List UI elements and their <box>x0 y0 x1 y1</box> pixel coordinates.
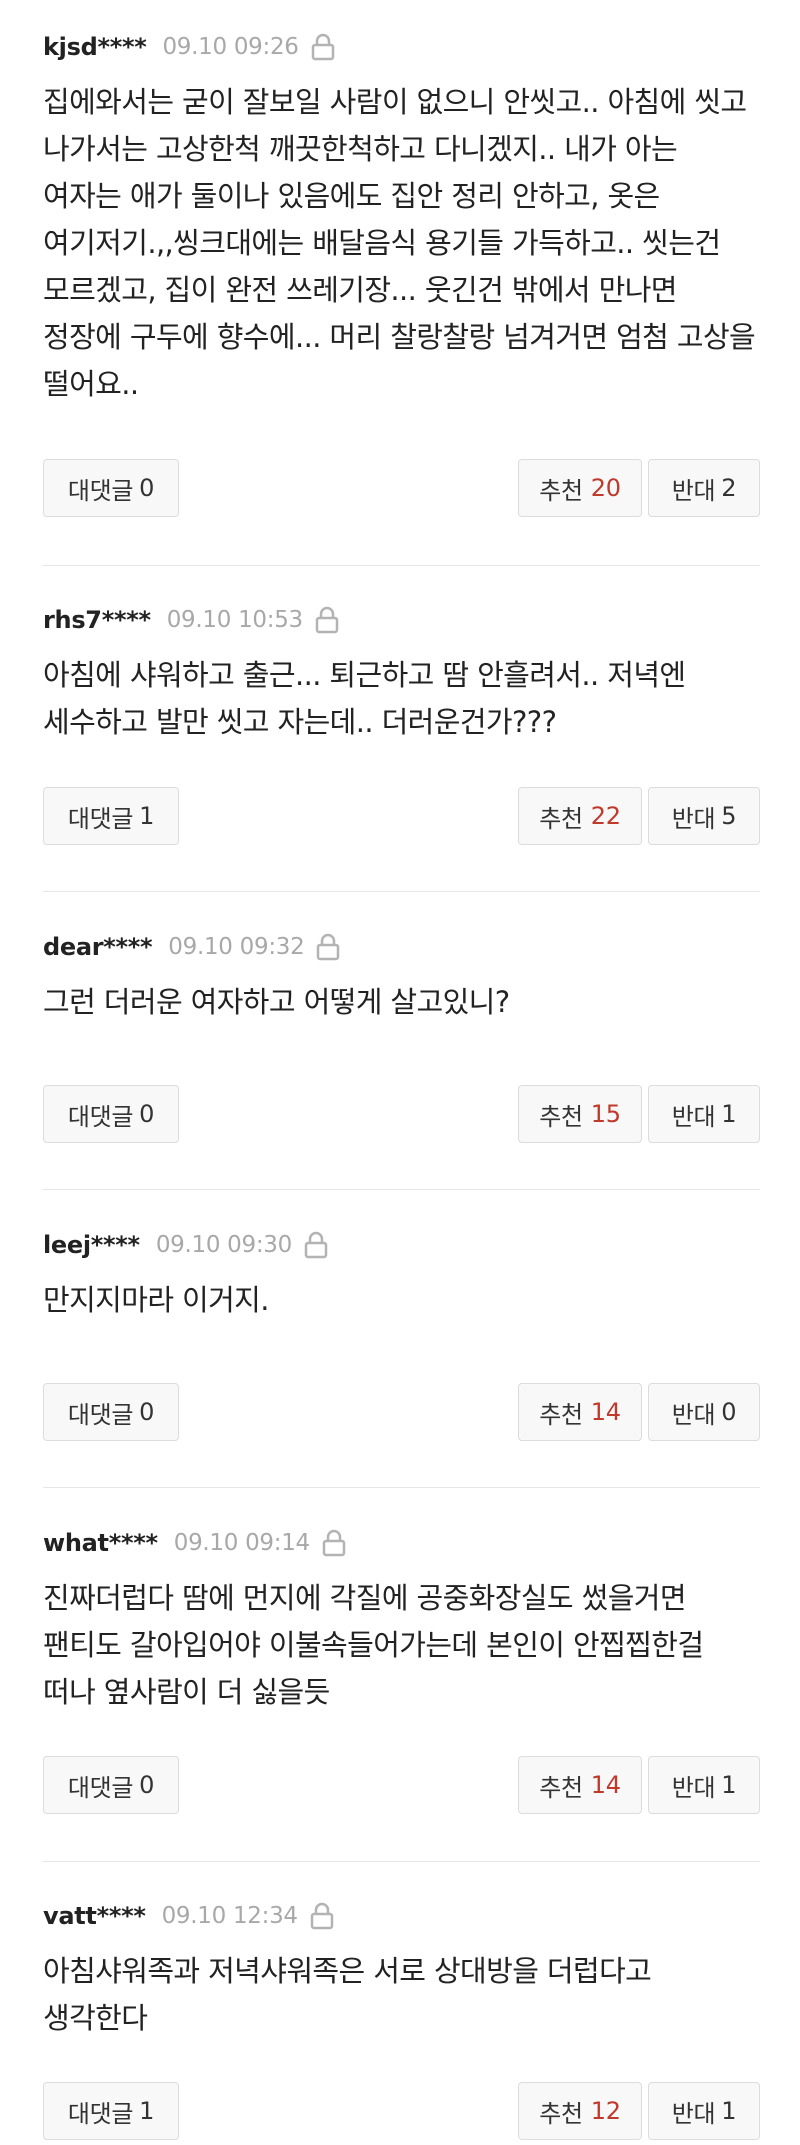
comment-timestamp: 09.10 09:14 <box>173 1530 310 1556</box>
like-count: 20 <box>590 474 621 502</box>
comment-divider <box>43 1861 760 1862</box>
dislike-button[interactable]: 반대 5 <box>648 787 760 845</box>
like-label: 추천 <box>539 476 583 505</box>
dislike-button[interactable]: 반대 2 <box>648 459 760 517</box>
comment-author[interactable]: rhs7**** <box>43 606 151 634</box>
report-icon[interactable] <box>310 1901 334 1931</box>
like-label: 추천 <box>539 804 583 833</box>
dislike-count: 2 <box>721 474 737 502</box>
like-button[interactable]: 추천 22 <box>518 787 642 845</box>
reply-count: 0 <box>139 1100 155 1128</box>
comment-timestamp: 09.10 10:53 <box>166 607 303 633</box>
dislike-label: 반대 <box>671 1400 716 1429</box>
report-icon[interactable] <box>315 605 339 635</box>
comment-divider <box>43 1189 760 1190</box>
reply-count: 0 <box>139 1398 155 1426</box>
like-count: 14 <box>590 1771 621 1799</box>
like-button[interactable]: 추천 15 <box>518 1085 642 1143</box>
report-icon[interactable] <box>304 1230 328 1260</box>
reply-button[interactable]: 대댓글 1 <box>43 2082 179 2140</box>
comment-timestamp: 09.10 09:26 <box>162 34 299 60</box>
like-button[interactable]: 추천 20 <box>518 459 642 517</box>
dislike-button[interactable]: 반대 1 <box>648 2082 760 2140</box>
reply-label: 대댓글 <box>67 1102 134 1131</box>
reply-count: 0 <box>139 1771 155 1799</box>
reply-label: 대댓글 <box>67 1400 134 1429</box>
reply-button[interactable]: 대댓글 0 <box>43 1085 179 1143</box>
reply-button[interactable]: 대댓글 0 <box>43 459 179 517</box>
dislike-count: 0 <box>721 1398 737 1426</box>
report-icon[interactable] <box>322 1528 346 1558</box>
reply-label: 대댓글 <box>67 476 134 505</box>
comment-header: kjsd**** 09.10 09:26 <box>43 27 335 67</box>
comment-header: what**** 09.10 09:14 <box>43 1523 346 1563</box>
dislike-label: 반대 <box>671 2099 716 2128</box>
reply-count: 1 <box>139 802 155 830</box>
comment-author[interactable]: leej**** <box>43 1231 140 1259</box>
reply-button[interactable]: 대댓글 0 <box>43 1383 179 1441</box>
dislike-button[interactable]: 반대 1 <box>648 1085 760 1143</box>
like-label: 추천 <box>539 2099 583 2128</box>
comment-text: 진짜더럽다 땀에 먼지에 각질에 공중화장실도 썼을거면 팬티도 갈아입어야 이… <box>43 1581 704 1709</box>
dislike-count: 5 <box>721 802 737 830</box>
like-count: 14 <box>590 1398 621 1426</box>
like-count: 22 <box>590 802 621 830</box>
comment-text: 아침샤워족과 저녁샤워족은 서로 상대방을 더럽다고 생각한다 <box>43 1954 652 2035</box>
dislike-count: 1 <box>721 2097 737 2125</box>
reply-label: 대댓글 <box>67 2099 134 2128</box>
like-count: 12 <box>590 2097 621 2125</box>
dislike-label: 반대 <box>671 1102 716 1131</box>
comment-text: 아침에 샤워하고 출근... 퇴근하고 땀 안흘려서.. 저녁엔 세수하고 발만… <box>43 658 686 739</box>
comment-divider <box>43 1487 760 1488</box>
reply-count: 1 <box>139 2097 155 2125</box>
like-label: 추천 <box>539 1773 583 1802</box>
dislike-button[interactable]: 반대 1 <box>648 1756 760 1814</box>
comment-text: 집에와서는 굳이 잘보일 사람이 없으니 안씻고.. 아침에 씻고 나가서는 고… <box>43 85 756 401</box>
comment-timestamp: 09.10 12:34 <box>161 1903 298 1929</box>
like-button[interactable]: 추천 12 <box>518 2082 642 2140</box>
like-button[interactable]: 추천 14 <box>518 1756 642 1814</box>
like-label: 추천 <box>539 1102 583 1131</box>
dislike-label: 반대 <box>671 476 716 505</box>
reply-label: 대댓글 <box>67 804 134 833</box>
comment-header: dear**** 09.10 09:32 <box>43 927 340 967</box>
comment-text: 그런 더러운 여자하고 어떻게 살고있니? <box>43 985 510 1019</box>
reply-button[interactable]: 대댓글 1 <box>43 787 179 845</box>
comment-header: rhs7**** 09.10 10:53 <box>43 600 339 640</box>
comment-text: 만지지마라 이거지. <box>43 1283 269 1317</box>
like-button[interactable]: 추천 14 <box>518 1383 642 1441</box>
comment-divider <box>43 565 760 566</box>
reply-button[interactable]: 대댓글 0 <box>43 1756 179 1814</box>
comment-author[interactable]: what**** <box>43 1529 158 1557</box>
comment-divider <box>43 891 760 892</box>
comment-author[interactable]: vatt**** <box>43 1902 146 1930</box>
comment-author[interactable]: kjsd**** <box>43 33 147 61</box>
reply-count: 0 <box>139 474 155 502</box>
report-icon[interactable] <box>311 32 335 62</box>
reply-label: 대댓글 <box>67 1773 134 1802</box>
comment-author[interactable]: dear**** <box>43 933 153 961</box>
dislike-count: 1 <box>721 1771 737 1799</box>
comment-header: vatt**** 09.10 12:34 <box>43 1896 334 1936</box>
dislike-label: 반대 <box>671 1773 716 1802</box>
report-icon[interactable] <box>316 932 340 962</box>
comment-timestamp: 09.10 09:30 <box>155 1232 292 1258</box>
dislike-button[interactable]: 반대 0 <box>648 1383 760 1441</box>
dislike-count: 1 <box>721 1100 737 1128</box>
comment-timestamp: 09.10 09:32 <box>168 934 305 960</box>
like-label: 추천 <box>539 1400 583 1429</box>
dislike-label: 반대 <box>671 804 716 833</box>
like-count: 15 <box>590 1100 621 1128</box>
comment-header: leej**** 09.10 09:30 <box>43 1225 328 1265</box>
